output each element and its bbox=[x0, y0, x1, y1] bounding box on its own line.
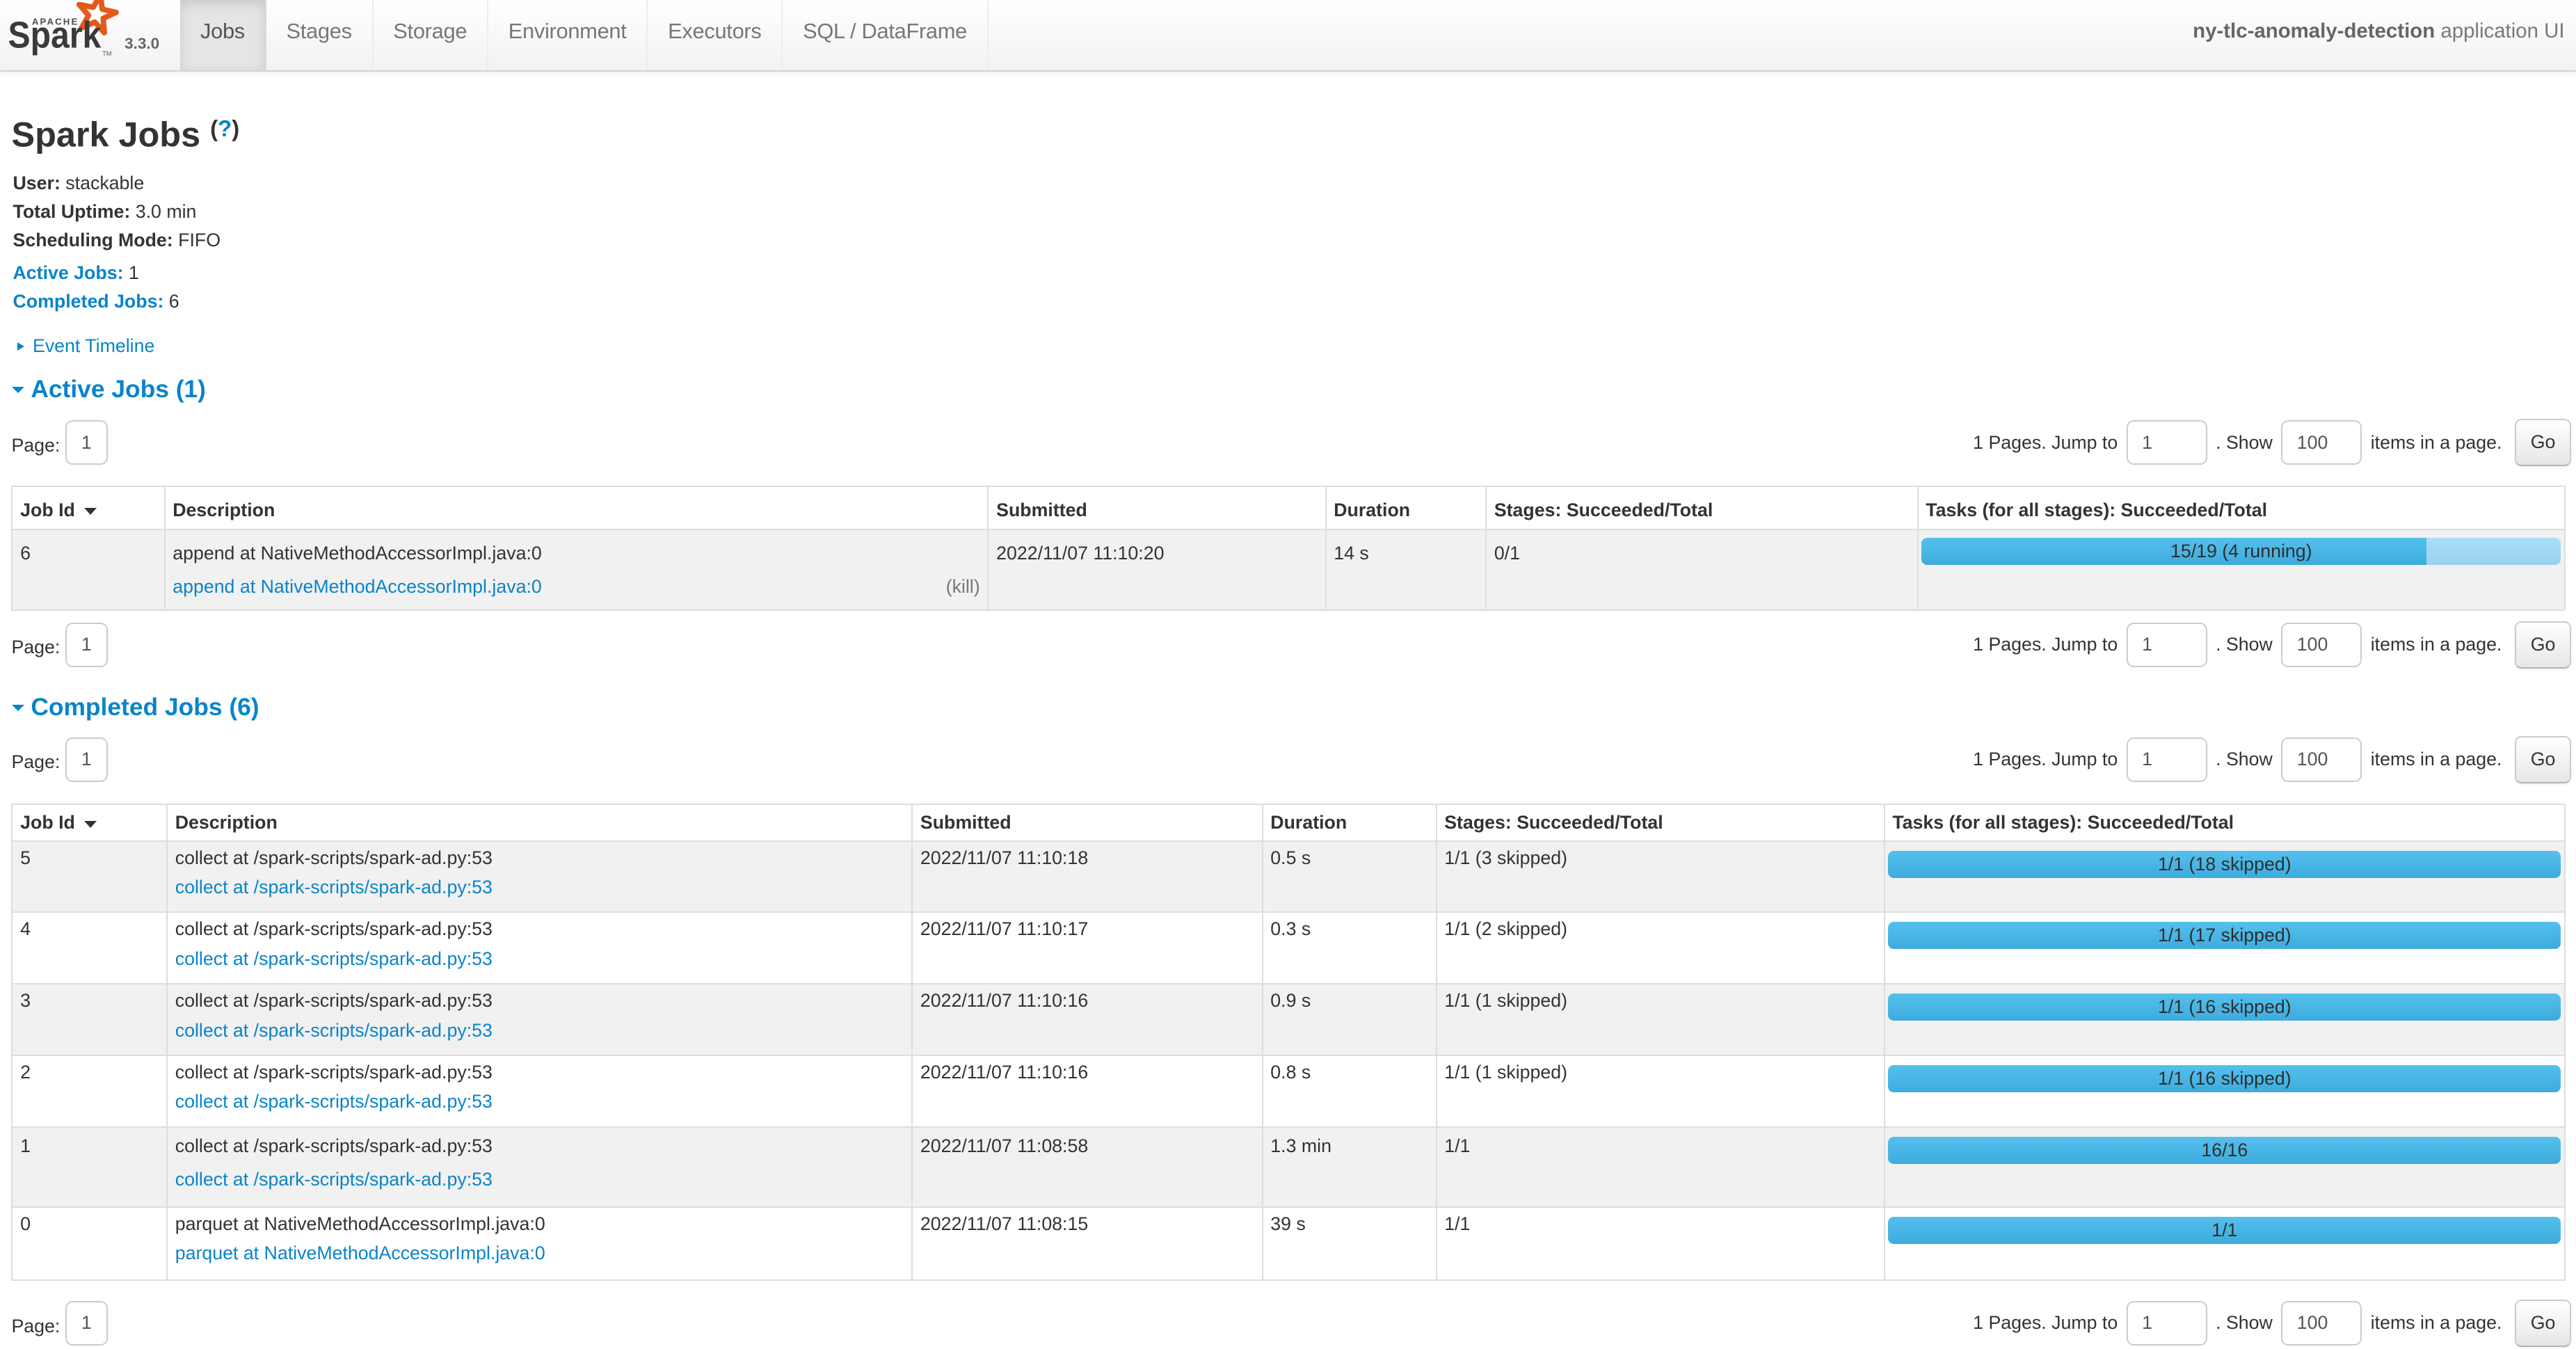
svg-text:Spark: Spark bbox=[8, 15, 102, 56]
svg-text:TM: TM bbox=[102, 50, 111, 57]
